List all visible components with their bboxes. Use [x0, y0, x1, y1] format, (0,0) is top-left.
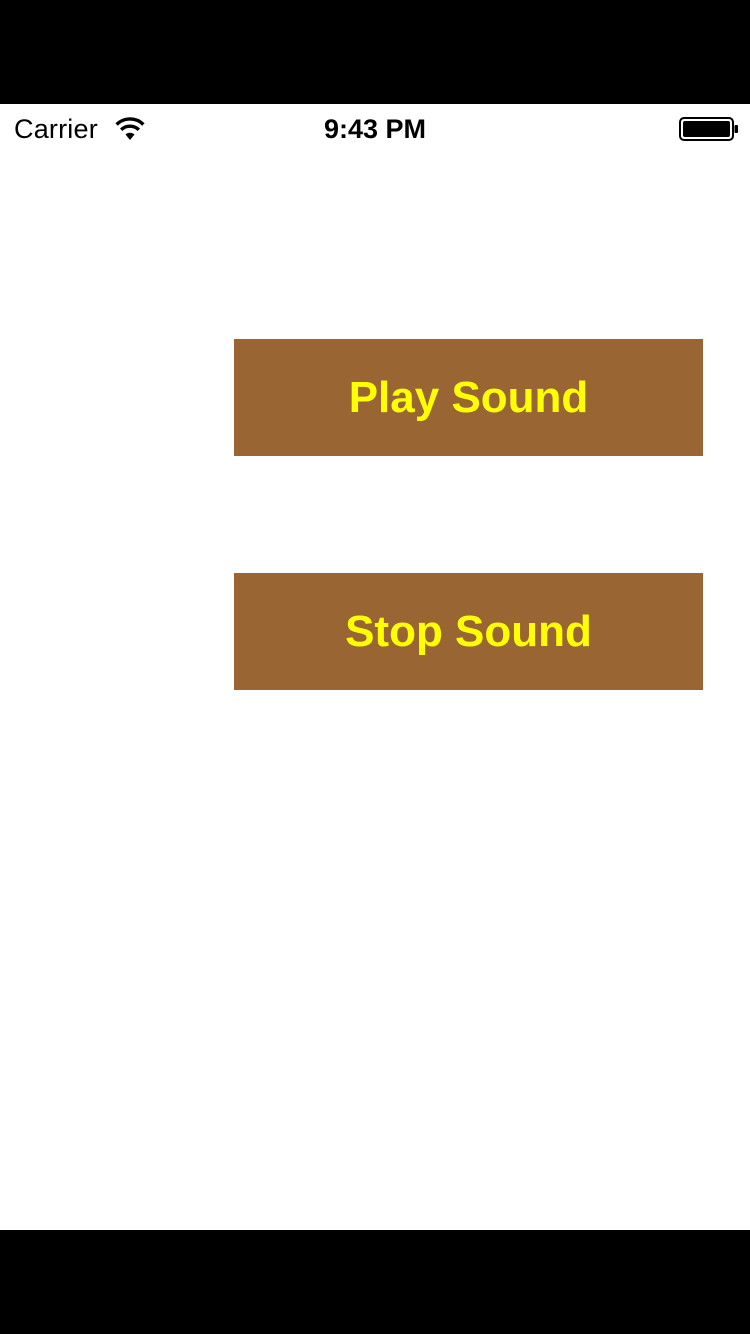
bottom-letterbox: [0, 1230, 750, 1334]
status-bar: Carrier 9:43 PM: [0, 104, 750, 154]
app-screen: Carrier 9:43 PM Play Sound Stop Sound: [0, 104, 750, 1230]
clock-time: 9:43 PM: [323, 114, 427, 144]
stop-sound-button[interactable]: Stop Sound: [234, 573, 703, 690]
battery-icon: [679, 117, 738, 141]
top-letterbox: [0, 0, 750, 104]
play-sound-button[interactable]: Play Sound: [234, 339, 703, 456]
